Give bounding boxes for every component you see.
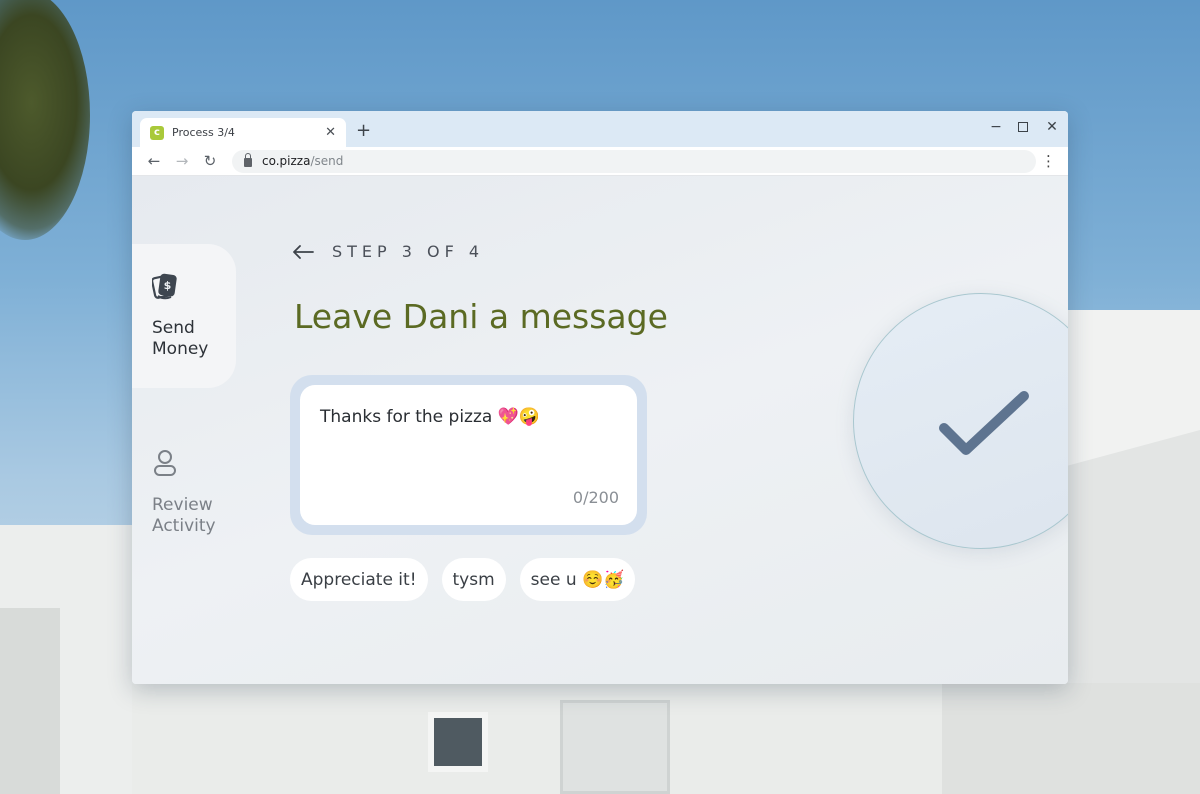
background-building xyxy=(940,683,1200,794)
browser-titlebar: c Process 3/4 ✕ + − ✕ xyxy=(132,111,1068,147)
message-text: Thanks for the pizza 💖🤪 xyxy=(320,407,541,427)
maximize-button[interactable] xyxy=(1018,119,1030,135)
background-door xyxy=(560,700,670,794)
confirm-button[interactable] xyxy=(853,293,1068,549)
quick-reply-chip[interactable]: tysm xyxy=(441,558,506,601)
page-title: Leave Dani a message xyxy=(294,297,668,336)
forward-nav-icon[interactable]: → xyxy=(168,152,196,170)
checkmark-icon xyxy=(939,391,1029,455)
back-arrow-icon[interactable] xyxy=(292,244,314,260)
quick-reply-chip[interactable]: Appreciate it! xyxy=(290,558,428,601)
browser-window: c Process 3/4 ✕ + − ✕ ← → ↻ co.pizza/sen… xyxy=(132,111,1068,684)
background-building xyxy=(132,684,942,794)
sidebar-item-send-money[interactable]: $ Send Money xyxy=(132,244,236,388)
new-tab-button[interactable]: + xyxy=(356,120,371,141)
quick-reply-chips: Appreciate it! tysm see u ☺️🥳 xyxy=(290,558,636,601)
back-nav-icon[interactable]: ← xyxy=(140,152,168,170)
page-content: $ Send Money Review Activity STEP 3 OF 4… xyxy=(132,176,1068,684)
url-path: /send xyxy=(310,154,344,168)
background-window xyxy=(428,712,488,772)
user-icon xyxy=(154,450,176,476)
background-tree xyxy=(0,0,90,240)
step-indicator: STEP 3 OF 4 xyxy=(292,242,484,261)
money-transfer-icon: $ xyxy=(151,273,177,300)
address-bar[interactable]: co.pizza/send xyxy=(232,149,1036,173)
step-text: STEP 3 OF 4 xyxy=(332,242,485,261)
sidebar-item-label: Send Money xyxy=(152,318,209,359)
url-host: co.pizza xyxy=(262,154,311,168)
svg-text:$: $ xyxy=(164,279,172,292)
maximize-icon xyxy=(1018,122,1028,132)
message-field-frame: Thanks for the pizza 💖🤪 0/200 xyxy=(290,375,647,535)
message-input[interactable]: Thanks for the pizza 💖🤪 0/200 xyxy=(300,385,637,525)
minimize-icon[interactable]: − xyxy=(990,119,1002,135)
reload-icon[interactable]: ↻ xyxy=(196,152,224,170)
close-window-icon[interactable]: ✕ xyxy=(1046,119,1058,135)
browser-toolbar: ← → ↻ co.pizza/send ⋮ xyxy=(132,147,1068,176)
quick-reply-chip[interactable]: see u ☺️🥳 xyxy=(519,558,636,601)
lock-icon xyxy=(244,153,252,167)
background-building xyxy=(0,608,60,794)
browser-tab[interactable]: c Process 3/4 ✕ xyxy=(140,118,346,147)
sidebar-item-label: Review Activity xyxy=(152,495,216,536)
kebab-menu-icon[interactable]: ⋮ xyxy=(1041,152,1056,170)
window-controls: − ✕ xyxy=(990,119,1058,135)
site-favicon-icon: c xyxy=(150,125,164,140)
tab-title: Process 3/4 xyxy=(172,126,235,139)
close-tab-icon[interactable]: ✕ xyxy=(325,125,336,140)
sidebar-item-review-activity[interactable]: Review Activity xyxy=(132,421,236,565)
character-counter: 0/200 xyxy=(572,488,619,507)
